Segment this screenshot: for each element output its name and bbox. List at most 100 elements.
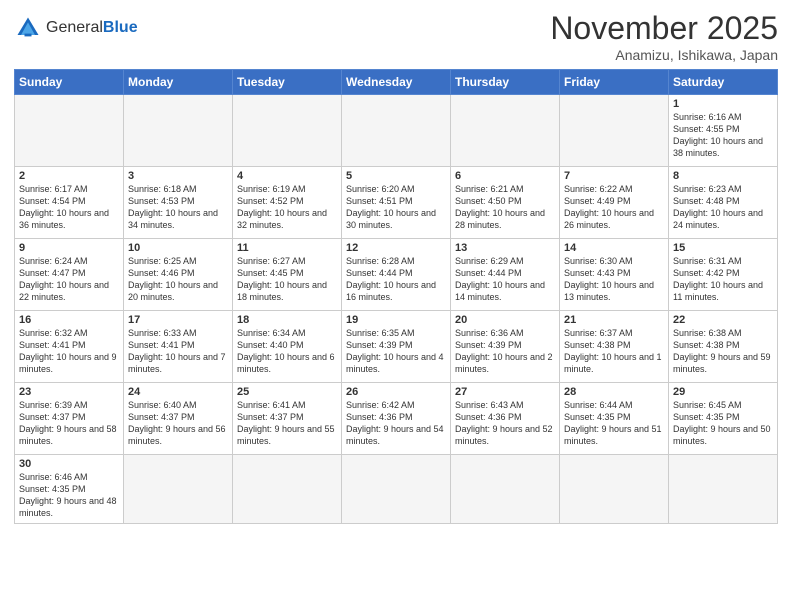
location: Anamizu, Ishikawa, Japan: [550, 47, 778, 63]
day-info: Sunrise: 6:17 AM Sunset: 4:54 PM Dayligh…: [19, 183, 119, 232]
day-info: Sunrise: 6:30 AM Sunset: 4:43 PM Dayligh…: [564, 255, 664, 304]
table-row: 11Sunrise: 6:27 AM Sunset: 4:45 PM Dayli…: [233, 239, 342, 311]
day-number: 26: [346, 386, 446, 398]
day-info: Sunrise: 6:38 AM Sunset: 4:38 PM Dayligh…: [673, 327, 773, 376]
table-row: 7Sunrise: 6:22 AM Sunset: 4:49 PM Daylig…: [560, 167, 669, 239]
day-number: 22: [673, 314, 773, 326]
day-info: Sunrise: 6:41 AM Sunset: 4:37 PM Dayligh…: [237, 399, 337, 448]
weekday-header-row: Sunday Monday Tuesday Wednesday Thursday…: [15, 70, 778, 95]
day-info: Sunrise: 6:37 AM Sunset: 4:38 PM Dayligh…: [564, 327, 664, 376]
table-row: 12Sunrise: 6:28 AM Sunset: 4:44 PM Dayli…: [342, 239, 451, 311]
day-number: 12: [346, 242, 446, 254]
table-row: 22Sunrise: 6:38 AM Sunset: 4:38 PM Dayli…: [669, 311, 778, 383]
table-row: [124, 455, 233, 524]
day-info: Sunrise: 6:22 AM Sunset: 4:49 PM Dayligh…: [564, 183, 664, 232]
table-row: 8Sunrise: 6:23 AM Sunset: 4:48 PM Daylig…: [669, 167, 778, 239]
day-info: Sunrise: 6:21 AM Sunset: 4:50 PM Dayligh…: [455, 183, 555, 232]
header-sunday: Sunday: [15, 70, 124, 95]
table-row: 10Sunrise: 6:25 AM Sunset: 4:46 PM Dayli…: [124, 239, 233, 311]
day-info: Sunrise: 6:23 AM Sunset: 4:48 PM Dayligh…: [673, 183, 773, 232]
day-info: Sunrise: 6:45 AM Sunset: 4:35 PM Dayligh…: [673, 399, 773, 448]
table-row: 26Sunrise: 6:42 AM Sunset: 4:36 PM Dayli…: [342, 383, 451, 455]
day-number: 20: [455, 314, 555, 326]
day-info: Sunrise: 6:29 AM Sunset: 4:44 PM Dayligh…: [455, 255, 555, 304]
day-number: 5: [346, 170, 446, 182]
table-row: 18Sunrise: 6:34 AM Sunset: 4:40 PM Dayli…: [233, 311, 342, 383]
day-info: Sunrise: 6:32 AM Sunset: 4:41 PM Dayligh…: [19, 327, 119, 376]
day-info: Sunrise: 6:28 AM Sunset: 4:44 PM Dayligh…: [346, 255, 446, 304]
logo-icon: [14, 14, 42, 42]
table-row: [669, 455, 778, 524]
day-info: Sunrise: 6:36 AM Sunset: 4:39 PM Dayligh…: [455, 327, 555, 376]
table-row: [233, 455, 342, 524]
day-number: 2: [19, 170, 119, 182]
day-info: Sunrise: 6:40 AM Sunset: 4:37 PM Dayligh…: [128, 399, 228, 448]
day-number: 21: [564, 314, 664, 326]
day-info: Sunrise: 6:18 AM Sunset: 4:53 PM Dayligh…: [128, 183, 228, 232]
day-number: 15: [673, 242, 773, 254]
table-row: 21Sunrise: 6:37 AM Sunset: 4:38 PM Dayli…: [560, 311, 669, 383]
logo: GeneralBlue: [14, 14, 138, 42]
table-row: [451, 95, 560, 167]
day-info: Sunrise: 6:19 AM Sunset: 4:52 PM Dayligh…: [237, 183, 337, 232]
day-info: Sunrise: 6:34 AM Sunset: 4:40 PM Dayligh…: [237, 327, 337, 376]
table-row: 1Sunrise: 6:16 AM Sunset: 4:55 PM Daylig…: [669, 95, 778, 167]
table-row: 28Sunrise: 6:44 AM Sunset: 4:35 PM Dayli…: [560, 383, 669, 455]
table-row: [342, 95, 451, 167]
day-info: Sunrise: 6:43 AM Sunset: 4:36 PM Dayligh…: [455, 399, 555, 448]
table-row: 19Sunrise: 6:35 AM Sunset: 4:39 PM Dayli…: [342, 311, 451, 383]
header-area: GeneralBlue November 2025 Anamizu, Ishik…: [14, 10, 778, 63]
day-number: 16: [19, 314, 119, 326]
table-row: [15, 95, 124, 167]
day-info: Sunrise: 6:33 AM Sunset: 4:41 PM Dayligh…: [128, 327, 228, 376]
table-row: [451, 455, 560, 524]
header-thursday: Thursday: [451, 70, 560, 95]
day-info: Sunrise: 6:25 AM Sunset: 4:46 PM Dayligh…: [128, 255, 228, 304]
table-row: [124, 95, 233, 167]
table-row: [342, 455, 451, 524]
day-number: 7: [564, 170, 664, 182]
header-monday: Monday: [124, 70, 233, 95]
day-number: 10: [128, 242, 228, 254]
day-number: 28: [564, 386, 664, 398]
table-row: 2Sunrise: 6:17 AM Sunset: 4:54 PM Daylig…: [15, 167, 124, 239]
day-number: 17: [128, 314, 228, 326]
table-row: 17Sunrise: 6:33 AM Sunset: 4:41 PM Dayli…: [124, 311, 233, 383]
day-number: 27: [455, 386, 555, 398]
table-row: [560, 455, 669, 524]
day-number: 1: [673, 98, 773, 110]
day-number: 11: [237, 242, 337, 254]
table-row: 23Sunrise: 6:39 AM Sunset: 4:37 PM Dayli…: [15, 383, 124, 455]
day-number: 9: [19, 242, 119, 254]
month-title: November 2025: [550, 10, 778, 47]
day-info: Sunrise: 6:16 AM Sunset: 4:55 PM Dayligh…: [673, 111, 773, 160]
table-row: 27Sunrise: 6:43 AM Sunset: 4:36 PM Dayli…: [451, 383, 560, 455]
day-info: Sunrise: 6:42 AM Sunset: 4:36 PM Dayligh…: [346, 399, 446, 448]
header-tuesday: Tuesday: [233, 70, 342, 95]
day-number: 18: [237, 314, 337, 326]
table-row: 3Sunrise: 6:18 AM Sunset: 4:53 PM Daylig…: [124, 167, 233, 239]
day-info: Sunrise: 6:39 AM Sunset: 4:37 PM Dayligh…: [19, 399, 119, 448]
calendar: Sunday Monday Tuesday Wednesday Thursday…: [14, 69, 778, 524]
table-row: 20Sunrise: 6:36 AM Sunset: 4:39 PM Dayli…: [451, 311, 560, 383]
title-area: November 2025 Anamizu, Ishikawa, Japan: [550, 10, 778, 63]
table-row: 25Sunrise: 6:41 AM Sunset: 4:37 PM Dayli…: [233, 383, 342, 455]
day-info: Sunrise: 6:24 AM Sunset: 4:47 PM Dayligh…: [19, 255, 119, 304]
table-row: 15Sunrise: 6:31 AM Sunset: 4:42 PM Dayli…: [669, 239, 778, 311]
table-row: 29Sunrise: 6:45 AM Sunset: 4:35 PM Dayli…: [669, 383, 778, 455]
day-number: 4: [237, 170, 337, 182]
table-row: 6Sunrise: 6:21 AM Sunset: 4:50 PM Daylig…: [451, 167, 560, 239]
table-row: 9Sunrise: 6:24 AM Sunset: 4:47 PM Daylig…: [15, 239, 124, 311]
page: GeneralBlue November 2025 Anamizu, Ishik…: [0, 0, 792, 612]
day-number: 8: [673, 170, 773, 182]
day-number: 29: [673, 386, 773, 398]
day-number: 13: [455, 242, 555, 254]
day-number: 3: [128, 170, 228, 182]
day-info: Sunrise: 6:20 AM Sunset: 4:51 PM Dayligh…: [346, 183, 446, 232]
table-row: 14Sunrise: 6:30 AM Sunset: 4:43 PM Dayli…: [560, 239, 669, 311]
day-number: 19: [346, 314, 446, 326]
day-info: Sunrise: 6:35 AM Sunset: 4:39 PM Dayligh…: [346, 327, 446, 376]
day-info: Sunrise: 6:44 AM Sunset: 4:35 PM Dayligh…: [564, 399, 664, 448]
day-number: 30: [19, 458, 119, 470]
day-number: 23: [19, 386, 119, 398]
